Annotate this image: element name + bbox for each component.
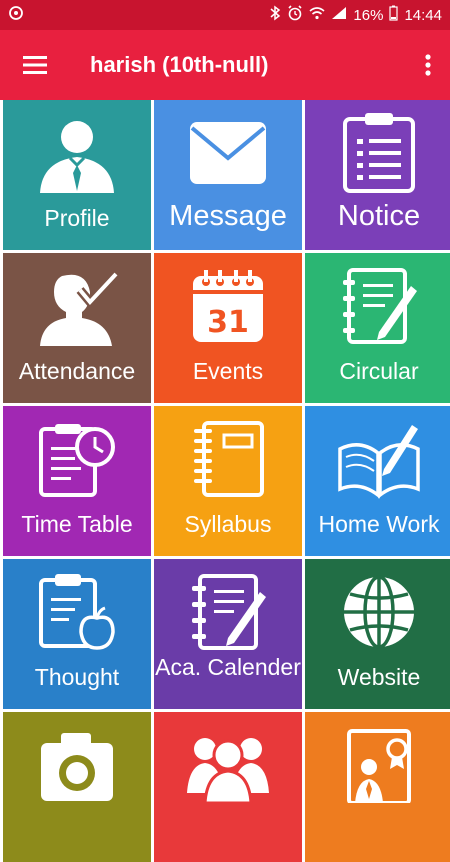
tile-label: Aca. Calender: [155, 654, 301, 680]
hamburger-icon: [23, 56, 47, 74]
tile-website[interactable]: Website: [305, 559, 450, 709]
tile-thought[interactable]: Thought: [3, 559, 151, 709]
tile-gallery[interactable]: [3, 712, 151, 862]
signal-icon: [331, 6, 347, 24]
battery-icon: [389, 5, 399, 25]
menu-button[interactable]: [0, 30, 70, 100]
bluetooth-icon: [269, 5, 281, 25]
wifi-icon: [309, 6, 325, 24]
clipboard-icon: [305, 110, 450, 195]
globe-icon: [305, 569, 450, 654]
tile-label: Profile: [44, 205, 110, 231]
tile-label: Home Work: [318, 511, 440, 537]
tile-notice[interactable]: Notice: [305, 100, 450, 250]
more-vert-icon: [425, 54, 431, 76]
tile-people[interactable]: [154, 712, 302, 862]
camera-icon: [3, 722, 151, 807]
spiral-notebook-icon: [154, 416, 302, 501]
tile-label: Circular: [339, 358, 419, 384]
tile-label: Attendance: [18, 358, 136, 384]
tile-time-table[interactable]: Time Table: [3, 406, 151, 556]
status-bar: 16% 14:44: [0, 0, 450, 30]
envelope-icon: [154, 110, 302, 195]
tile-label: Website: [337, 664, 421, 690]
clock-time: 14:44: [404, 6, 442, 24]
tile-label: Time Table: [21, 511, 133, 537]
app-bar: harish (10th-null): [0, 30, 450, 100]
tile-label: Message: [169, 200, 287, 232]
attendance-check-icon: [3, 263, 151, 348]
sync-icon: [8, 5, 24, 25]
svg-text:31: 31: [207, 305, 249, 340]
notebook-pen-icon: [305, 263, 450, 348]
tile-syllabus[interactable]: Syllabus: [154, 406, 302, 556]
tile-message[interactable]: Message: [154, 100, 302, 250]
tile-label: Events: [192, 358, 264, 384]
tile-label: Thought: [34, 664, 120, 690]
tile-certificate[interactable]: [305, 712, 450, 862]
journal-pen-icon: [154, 569, 302, 654]
more-options-button[interactable]: [406, 30, 450, 100]
certificate-icon: [305, 722, 450, 807]
tile-events[interactable]: 31 Events: [154, 253, 302, 403]
tile-attendance[interactable]: Attendance: [3, 253, 151, 403]
page-title: harish (10th-null): [90, 52, 269, 77]
open-book-icon: [305, 416, 450, 501]
dashboard-grid: Profile Message Notice Attendance 31 Eve…: [0, 100, 450, 862]
tile-label: Notice: [337, 200, 421, 232]
calendar-icon: 31: [154, 263, 302, 348]
tile-circular[interactable]: Circular: [305, 253, 450, 403]
clipboard-apple-icon: [3, 569, 151, 654]
tile-aca-calender[interactable]: Aca. Calender: [154, 559, 302, 709]
alarm-icon: [287, 5, 303, 25]
tile-profile[interactable]: Profile: [3, 100, 151, 250]
tile-home-work[interactable]: Home Work: [305, 406, 450, 556]
tile-label: Syllabus: [184, 511, 272, 537]
clipboard-clock-icon: [3, 416, 151, 501]
people-group-icon: [154, 722, 302, 807]
battery-percent: 16%: [353, 6, 384, 24]
teacher-icon: [3, 110, 151, 195]
